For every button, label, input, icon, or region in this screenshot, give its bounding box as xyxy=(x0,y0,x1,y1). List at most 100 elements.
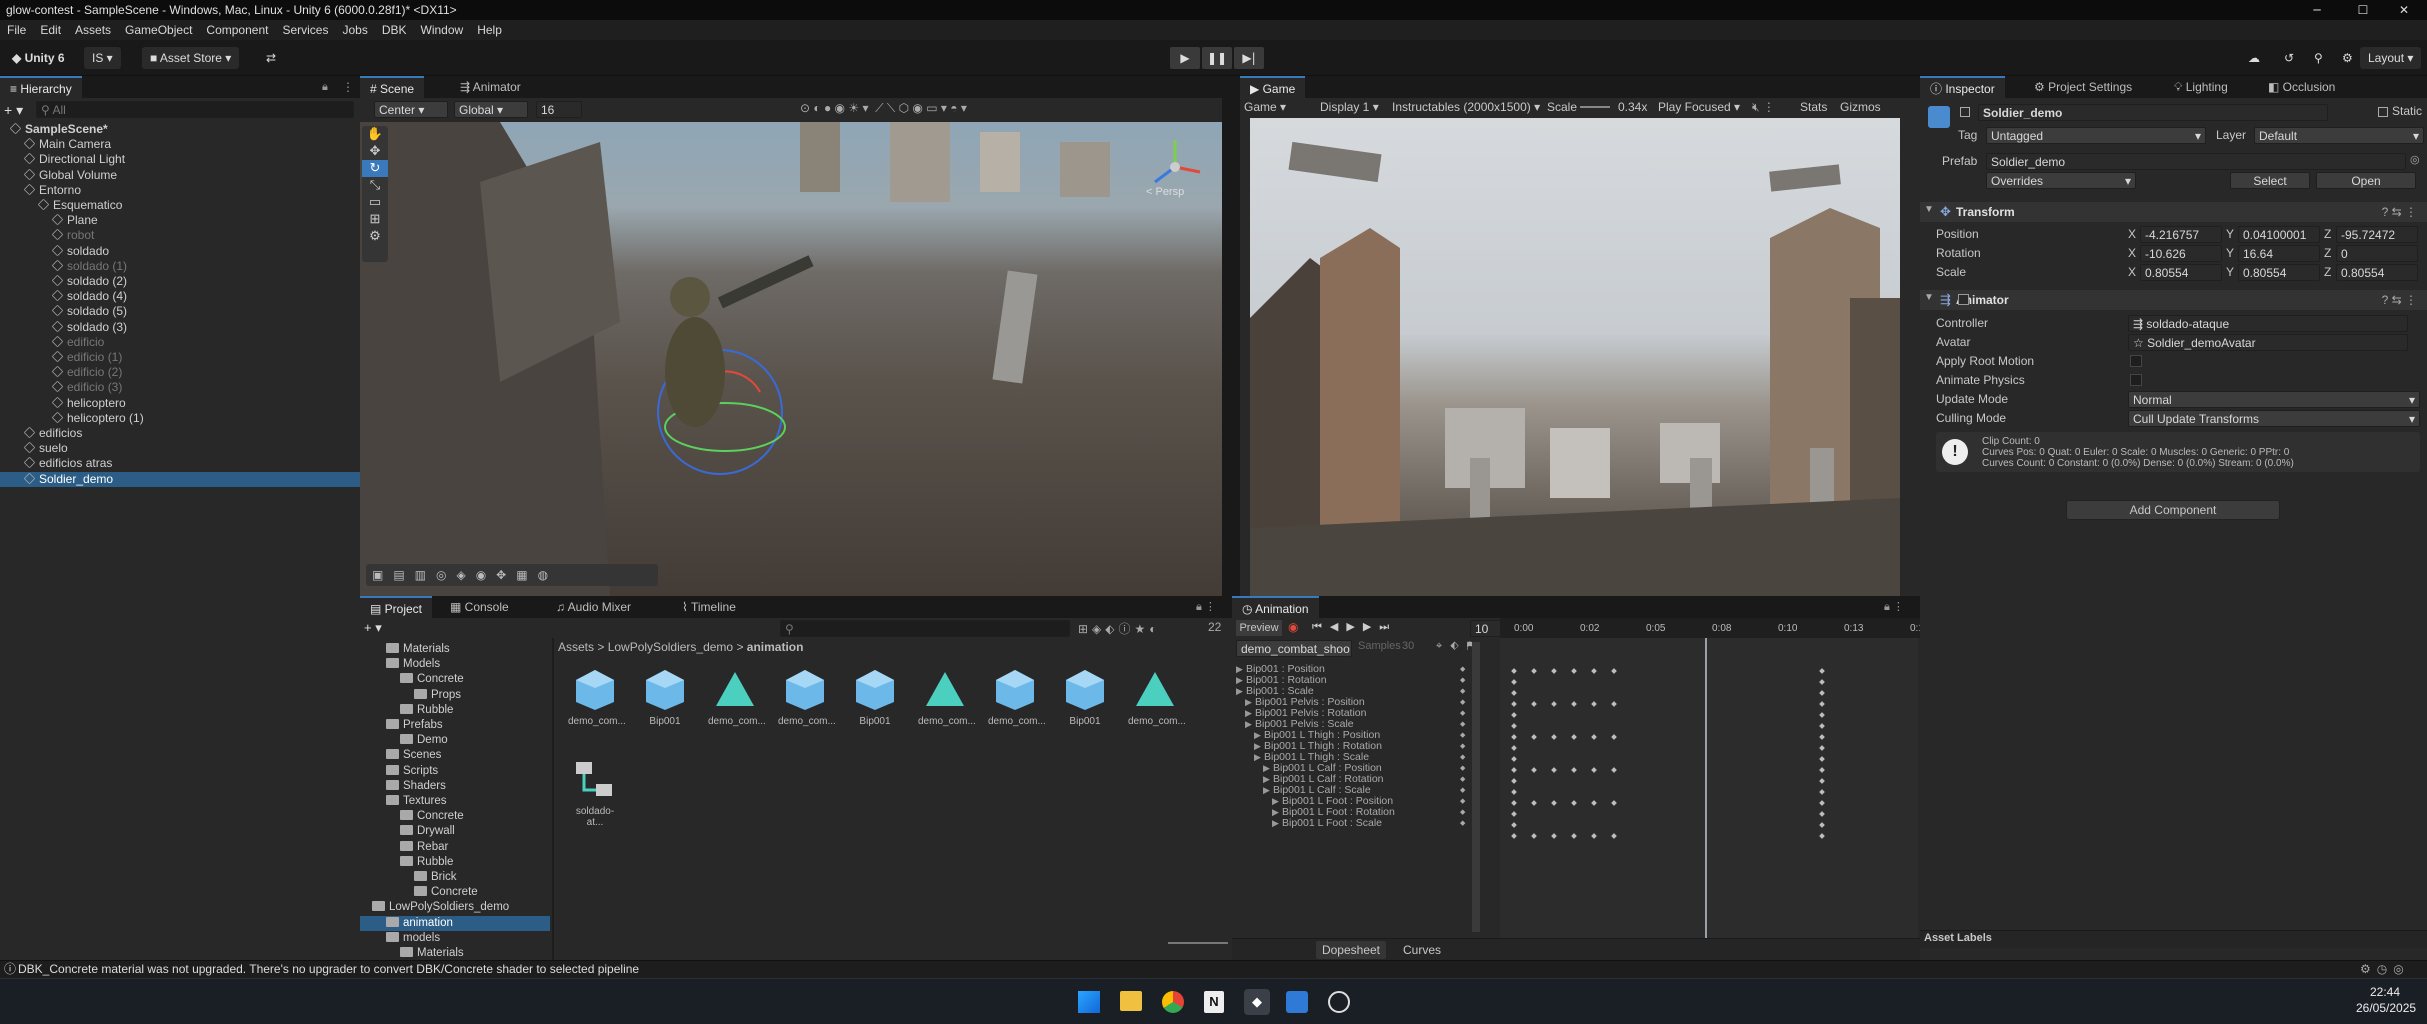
keyframe-marker[interactable] xyxy=(1551,767,1557,773)
hierarchy-item[interactable]: edificio (1) xyxy=(0,350,360,365)
obs-icon[interactable] xyxy=(1328,991,1350,1013)
hand-tool-icon[interactable]: ✋ xyxy=(362,126,388,143)
kebab-menu-icon[interactable]: ⋮ xyxy=(342,76,354,98)
clock-time[interactable]: 22:44 xyxy=(2370,985,2400,999)
keyframe-marker[interactable] xyxy=(1531,734,1537,740)
menu-gameobject[interactable]: GameObject xyxy=(118,23,199,37)
dopesheet-area[interactable] xyxy=(1500,638,1918,938)
console-message[interactable]: DBK_Concrete material was not upgraded. … xyxy=(18,961,639,978)
keyframe-marker[interactable] xyxy=(1819,668,1825,674)
scene-gizmo[interactable]: < Persp xyxy=(1140,132,1210,202)
asset-item[interactable]: demo_com... xyxy=(1128,666,1186,727)
keyframe-marker[interactable] xyxy=(1611,767,1617,773)
animator-header[interactable]: Animator? ⇆ ⋮ xyxy=(1920,290,2427,310)
select-button[interactable]: Select xyxy=(2230,172,2310,189)
keyframe-marker[interactable] xyxy=(1511,822,1517,828)
playback-controls-icons[interactable]: ⏮◀▶▶⏭ xyxy=(1312,620,1397,634)
grid-size-field[interactable]: 16 xyxy=(536,101,582,118)
keyframe-marker[interactable] xyxy=(1511,701,1517,707)
asset-item[interactable]: demo_com... xyxy=(988,666,1046,727)
splitter[interactable] xyxy=(1222,76,1240,596)
project-folder-item[interactable]: Rebar xyxy=(360,840,550,855)
scene-viewport[interactable]: ✋ ✥ ↻ ⤡ ▭ ⊞ ⚙ < Persp ▣▤▥◎◈◉✥▦◍ xyxy=(360,122,1222,596)
minimize-button[interactable]: ─ xyxy=(2294,0,2340,20)
avatar-field[interactable]: ☆ Soldier_demoAvatar xyxy=(2128,334,2408,351)
file-explorer-icon[interactable] xyxy=(1120,991,1142,1011)
keyframe-marker[interactable] xyxy=(1591,800,1597,806)
transform-header[interactable]: Transform ? ⇆ ⋮ xyxy=(1920,202,2427,222)
keyframe-marker[interactable] xyxy=(1611,800,1617,806)
tab-audio-mixer[interactable]: ♫ Audio Mixer xyxy=(546,596,641,618)
keyframe-toggle-icon[interactable]: ◆ xyxy=(1460,730,1465,741)
project-folder-item[interactable]: Materials xyxy=(360,946,550,961)
keyframe-marker[interactable] xyxy=(1551,833,1557,839)
keyframe-marker[interactable] xyxy=(1611,668,1617,674)
preview-toggle[interactable]: Preview xyxy=(1236,620,1282,636)
update-mode-dropdown[interactable]: Normal ▾ xyxy=(2128,391,2420,408)
photos-icon[interactable] xyxy=(1286,991,1308,1013)
project-folder-item[interactable]: Rubble xyxy=(360,703,550,718)
project-folder-item[interactable]: Scenes xyxy=(360,748,550,763)
keyframe-marker[interactable] xyxy=(1571,767,1577,773)
hierarchy-item[interactable]: helicoptero (1) xyxy=(0,411,360,426)
menu-edit[interactable]: Edit xyxy=(33,23,68,37)
mute-icon[interactable]: 🔇︎ ⋮ xyxy=(1752,98,1775,116)
keyframe-marker[interactable] xyxy=(1819,701,1825,707)
game-viewport[interactable] xyxy=(1250,118,1900,596)
rotate-tool-icon[interactable]: ↻ xyxy=(362,160,388,177)
prefab-field[interactable]: Soldier_demo xyxy=(1986,153,2406,170)
display-dropdown[interactable]: Display 1 ▾ xyxy=(1320,98,1379,116)
menu-window[interactable]: Window xyxy=(414,23,471,37)
keyframe-toggle-icon[interactable]: ◆ xyxy=(1460,763,1465,774)
hierarchy-item[interactable]: Entorno xyxy=(0,183,360,198)
asset-item[interactable]: Bip001 xyxy=(848,666,902,727)
keyframe-marker[interactable] xyxy=(1611,701,1617,707)
project-folder-item[interactable]: Textures xyxy=(360,794,550,809)
overrides-dropdown[interactable]: Overrides ▾ xyxy=(1986,172,2136,189)
keyframe-marker[interactable] xyxy=(1819,800,1825,806)
keyframe-marker[interactable] xyxy=(1511,833,1517,839)
windows-start-icon[interactable] xyxy=(1078,991,1100,1013)
keyframe-toggle-icon[interactable]: ◆ xyxy=(1460,697,1465,708)
project-folder-item[interactable]: Demo xyxy=(360,733,550,748)
add-component-button[interactable]: Add Component xyxy=(2066,500,2280,520)
keyframe-toggle-icon[interactable]: ◆ xyxy=(1460,785,1465,796)
keyframe-marker[interactable] xyxy=(1819,679,1825,685)
hierarchy-item[interactable]: robot xyxy=(0,228,360,243)
keyframe-toggle-icon[interactable]: ◆ xyxy=(1460,774,1465,785)
target-icon[interactable]: ◎ xyxy=(2410,153,2420,166)
scale-tool-icon[interactable]: ⤡ xyxy=(362,177,388,194)
rect-tool-icon[interactable]: ▭ xyxy=(362,194,388,211)
hierarchy-item[interactable]: edificios xyxy=(0,426,360,441)
asset-labels[interactable]: Asset Labels xyxy=(1924,932,1992,944)
keyframe-marker[interactable] xyxy=(1819,756,1825,762)
keyframe-marker[interactable] xyxy=(1591,701,1597,707)
hierarchy-item[interactable]: SampleScene* xyxy=(0,122,360,137)
keyframe-marker[interactable] xyxy=(1819,811,1825,817)
unity-app-icon[interactable]: ◆ xyxy=(1244,989,1270,1015)
account-dropdown[interactable]: IS ▾ xyxy=(84,47,121,69)
keyframe-toggle-icon[interactable]: ◆ xyxy=(1460,708,1465,719)
dopesheet-tab[interactable]: Dopesheet xyxy=(1316,941,1386,959)
clip-dropdown[interactable]: demo_combat_shoo xyxy=(1236,640,1352,657)
transform-scale-y-field[interactable]: 0.80554 xyxy=(2238,264,2320,281)
hierarchy-item[interactable]: edificio (3) xyxy=(0,380,360,395)
keyframe-toggle-icon[interactable]: ◆ xyxy=(1460,796,1465,807)
tab-console[interactable]: ▦ Console xyxy=(440,596,519,618)
curves-scrollbar[interactable] xyxy=(1472,642,1480,932)
keyframe-marker[interactable] xyxy=(1591,833,1597,839)
hierarchy-item[interactable]: edificio (2) xyxy=(0,365,360,380)
keyframe-toggle-icon[interactable]: ◆ xyxy=(1460,664,1465,675)
project-filter-icons[interactable]: ⊞◈⬖ⓘ★◐ xyxy=(1078,620,1161,637)
keyframe-marker[interactable] xyxy=(1551,734,1557,740)
keyframe-marker[interactable] xyxy=(1819,734,1825,740)
asset-item[interactable]: demo_com... xyxy=(708,666,766,727)
menu-component[interactable]: Component xyxy=(199,23,275,37)
project-folder-item[interactable]: Props xyxy=(360,688,550,703)
keyframe-marker[interactable] xyxy=(1511,811,1517,817)
scale-slider[interactable] xyxy=(1580,106,1610,108)
tab-project[interactable]: ▤ Project xyxy=(360,596,433,618)
asset-item[interactable]: soldado-at... xyxy=(568,756,622,828)
component-menu-icons-2[interactable]: ? ⇆ ⋮ xyxy=(2382,290,2417,310)
transform-tool-icon[interactable]: ⊞ xyxy=(362,211,388,228)
